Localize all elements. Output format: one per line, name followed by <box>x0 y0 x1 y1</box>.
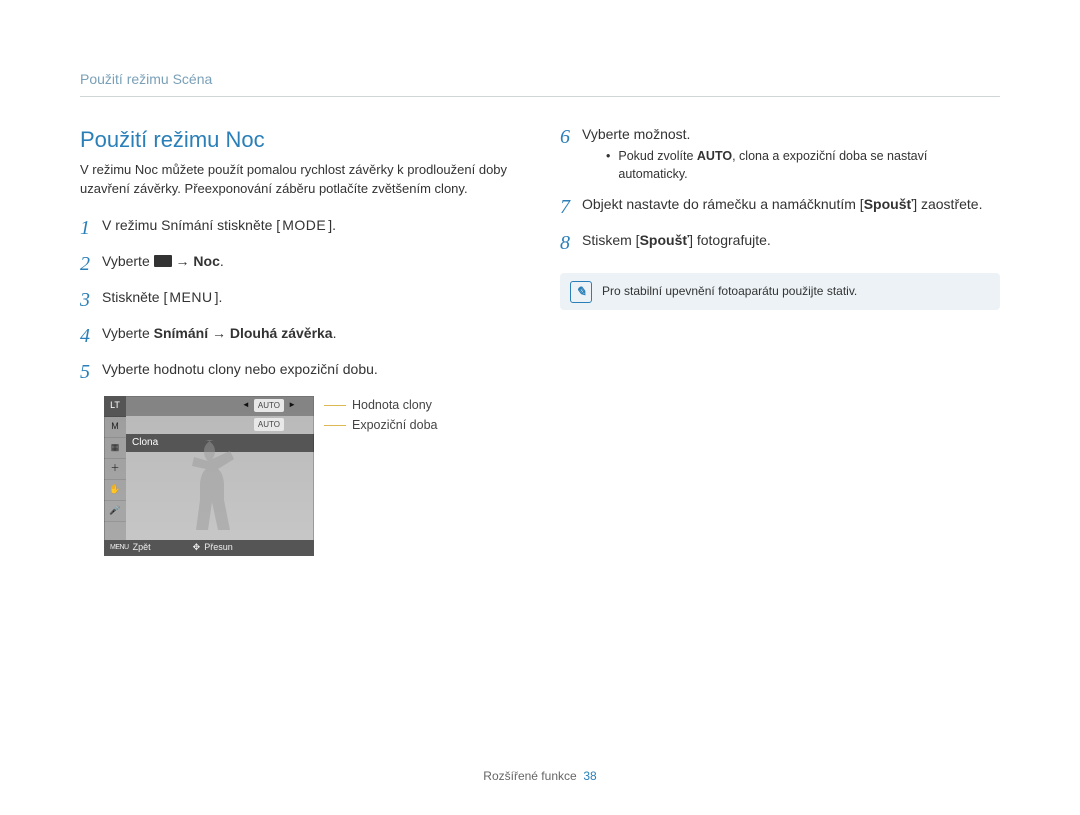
step-text: Vyberte <box>102 253 154 269</box>
move-label: Přesun <box>204 541 233 554</box>
step-text: Objekt nastavte do rámečku a namáčknutím… <box>582 196 864 212</box>
step-1: 1 V režimu Snímání stiskněte [MODE]. <box>80 216 520 240</box>
auto-chip-1: AUTO <box>254 399 284 412</box>
back-label: Zpět <box>133 541 151 554</box>
menu-icon: MENU <box>110 543 129 553</box>
callouts: Hodnota clony Expoziční doba <box>324 396 437 436</box>
step-bold: Dlouhá závěrka <box>230 325 333 341</box>
intro-text: V režimu Noc můžete použít pomalou rychl… <box>80 161 520 197</box>
left-column: Použití režimu Noc V režimu Noc můžete p… <box>80 125 520 556</box>
step-number: 1 <box>80 216 102 240</box>
section-title: Použití režimu Noc <box>80 125 520 156</box>
sub-text: Pokud zvolíte <box>618 149 697 163</box>
camera-top-bar: AUTO <box>126 396 314 416</box>
callout-aperture: Hodnota clony <box>352 397 432 415</box>
right-column: 6 Vyberte možnost. Pokud zvolíte AUTO, c… <box>560 125 1000 556</box>
step-8: 8 Stiskem [Spoušť] fotografujte. <box>560 231 1000 255</box>
auto-chip-2: AUTO <box>254 418 284 431</box>
lt-badge: LT <box>104 396 126 417</box>
nav-cross-icon: ✥ <box>193 541 201 554</box>
page-footer: Rozšířené funkce 38 <box>0 768 1080 785</box>
breadcrumb: Použití režimu Scéna <box>80 70 1000 97</box>
arrow-icon: → <box>172 253 194 269</box>
step-text: Vyberte hodnotu clony nebo expoziční dob… <box>102 360 520 380</box>
person-silhouette <box>164 430 244 540</box>
step-3: 3 Stiskněte [MENU]. <box>80 288 520 312</box>
note-text: Pro stabilní upevnění fotoaparátu použij… <box>602 284 857 298</box>
step-text: Vyberte <box>102 325 154 341</box>
camera-screen: LT M ▦ ＋ ✋ 🎤 AUTO AUTO Clona <box>104 396 314 556</box>
step-7: 7 Objekt nastavte do rámečku a namáčknut… <box>560 195 1000 219</box>
step-number: 3 <box>80 288 102 312</box>
step-number: 7 <box>560 195 582 219</box>
arrow-icon: → <box>208 325 230 341</box>
footer-label: Rozšířené funkce <box>483 769 576 783</box>
step-text: V režimu Snímání stiskněte [ <box>102 217 280 233</box>
page-number: 38 <box>583 769 596 783</box>
grid-icon: ▦ <box>104 438 126 459</box>
camera-footer: MENU Zpět ✥Přesun <box>104 540 314 556</box>
step-text: ] zaostřete. <box>913 196 982 212</box>
step-number: 8 <box>560 231 582 255</box>
step-text: ] fotografujte. <box>689 232 771 248</box>
mic-icon: 🎤 <box>104 501 126 522</box>
callout-exposure: Expoziční doba <box>352 417 437 435</box>
plus-icon: ＋ <box>104 459 126 480</box>
note-box: ✎ Pro stabilní upevnění fotoaparátu použ… <box>560 273 1000 310</box>
step-text: Stiskem [ <box>582 232 640 248</box>
stabilize-icon: ✋ <box>104 480 126 501</box>
step-text: ]. <box>328 217 336 233</box>
step-number: 5 <box>80 360 102 384</box>
step-6: 6 Vyberte možnost. Pokud zvolíte AUTO, c… <box>560 125 1000 184</box>
step-text: Stiskněte [ <box>102 289 167 305</box>
step-text: . <box>220 253 224 269</box>
step-bold: Snímání <box>154 325 208 341</box>
shutter-bold: Spoušť <box>640 232 690 248</box>
scene-icon <box>154 255 172 267</box>
mode-key: MODE <box>280 216 328 236</box>
step-2: 2 Vyberte → Noc. <box>80 252 520 276</box>
step-bold: Noc <box>193 253 219 269</box>
step-5: 5 Vyberte hodnotu clony nebo expoziční d… <box>80 360 520 384</box>
note-icon: ✎ <box>570 281 592 303</box>
step-number: 4 <box>80 324 102 348</box>
m-icon: M <box>104 417 126 438</box>
sub-bold: AUTO <box>697 149 732 163</box>
step-number: 2 <box>80 252 102 276</box>
shutter-bold: Spoušť <box>864 196 914 212</box>
step-number: 6 <box>560 125 582 149</box>
camera-sidebar: LT M ▦ ＋ ✋ 🎤 <box>104 396 126 540</box>
step-text: ]. <box>215 289 223 305</box>
camera-preview: LT M ▦ ＋ ✋ 🎤 AUTO AUTO Clona <box>104 396 520 556</box>
menu-key: MENU <box>167 288 214 308</box>
sub-bullet: Pokud zvolíte AUTO, clona a expoziční do… <box>606 148 1000 183</box>
step-text: Vyberte možnost. <box>582 126 690 142</box>
step-4: 4 Vyberte Snímání → Dlouhá závěrka. <box>80 324 520 348</box>
step-text: . <box>333 325 337 341</box>
